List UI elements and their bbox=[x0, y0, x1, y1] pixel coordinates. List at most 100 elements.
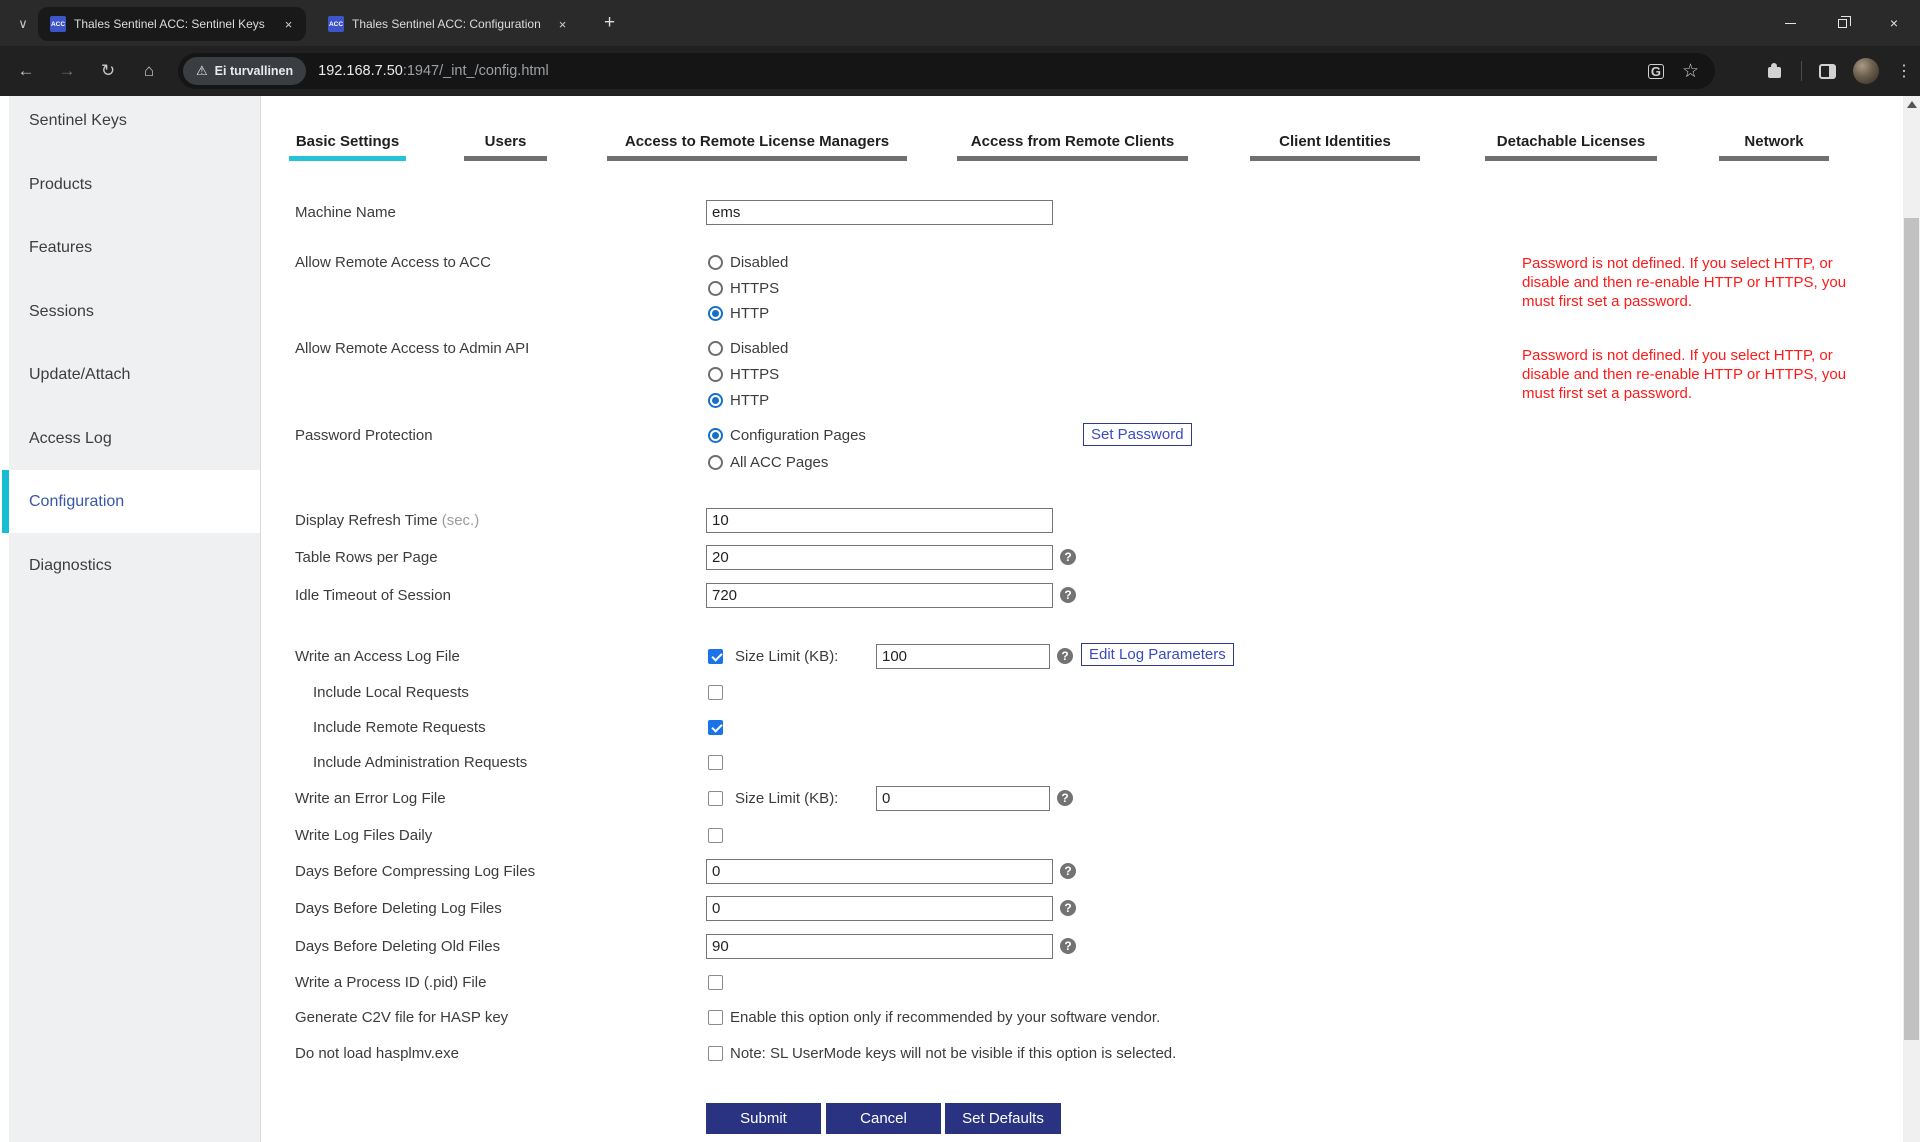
admin-https-radio[interactable] bbox=[708, 367, 723, 382]
table-rows-input[interactable] bbox=[706, 545, 1053, 570]
hasplmv-note: Note: SL UserMode keys will not be visib… bbox=[730, 1045, 1176, 1062]
days-compress-input[interactable] bbox=[706, 859, 1053, 884]
help-icon[interactable]: ? bbox=[1060, 900, 1076, 916]
display-refresh-row: Display Refresh Time (sec.) bbox=[295, 505, 1893, 535]
scrollbar-thumb[interactable] bbox=[1904, 218, 1919, 1040]
days-compress-label: Days Before Compressing Log Files bbox=[295, 863, 706, 880]
edit-log-parameters-button[interactable]: Edit Log Parameters bbox=[1081, 643, 1234, 666]
sidebar-item-label: Products bbox=[29, 176, 92, 194]
error-log-size-input[interactable] bbox=[876, 786, 1050, 811]
days-delete-old-label: Days Before Deleting Old Files bbox=[295, 938, 706, 955]
tab-search-chevron-icon[interactable]: ∨ bbox=[12, 13, 34, 35]
help-icon[interactable]: ? bbox=[1060, 938, 1076, 954]
new-tab-button[interactable]: + bbox=[598, 12, 621, 35]
password-warning-admin: Password is not defined. If you select H… bbox=[1522, 346, 1862, 403]
tab-network[interactable]: Network bbox=[1719, 126, 1829, 161]
hasplmv-checkbox[interactable] bbox=[708, 1046, 723, 1061]
security-badge[interactable]: ⚠ Ei turvallinen bbox=[183, 57, 306, 85]
reload-icon[interactable]: ↻ bbox=[96, 59, 120, 83]
machine-name-input[interactable] bbox=[706, 200, 1053, 225]
error-log-checkbox[interactable] bbox=[708, 791, 723, 806]
side-panel-icon[interactable] bbox=[1819, 64, 1836, 79]
profile-avatar[interactable] bbox=[1853, 58, 1879, 84]
browser-tab-2[interactable]: ACC Thales Sentinel ACC: Configuration × bbox=[316, 7, 580, 41]
window-controls: × bbox=[1764, 0, 1920, 46]
forward-icon[interactable]: → bbox=[55, 59, 79, 83]
extensions-icon[interactable] bbox=[1766, 62, 1784, 80]
idle-timeout-input[interactable] bbox=[706, 583, 1053, 608]
include-admin-checkbox[interactable] bbox=[708, 755, 723, 770]
pid-file-checkbox[interactable] bbox=[708, 975, 723, 990]
c2v-row: Generate C2V file for HASP key Enable th… bbox=[295, 1002, 1893, 1032]
set-defaults-button[interactable]: Set Defaults bbox=[945, 1103, 1061, 1134]
page-scrollbar[interactable] bbox=[1903, 96, 1920, 1142]
help-icon[interactable]: ? bbox=[1060, 549, 1076, 565]
admin-access-label: Allow Remote Access to Admin API bbox=[295, 340, 706, 357]
cancel-button[interactable]: Cancel bbox=[826, 1103, 941, 1134]
browser-tab-1[interactable]: ACC Thales Sentinel ACC: Sentinel Keys × bbox=[38, 7, 306, 41]
include-local-checkbox[interactable] bbox=[708, 685, 723, 700]
access-log-checkbox[interactable] bbox=[708, 649, 723, 664]
acc-https-radio[interactable] bbox=[708, 281, 723, 296]
back-icon[interactable]: ← bbox=[14, 59, 38, 83]
admin-https-label: HTTPS bbox=[730, 366, 779, 383]
close-button[interactable]: × bbox=[1868, 0, 1920, 46]
sidebar-item-sessions[interactable]: Sessions bbox=[9, 280, 260, 343]
browser-menu-icon[interactable]: ⋮ bbox=[1896, 61, 1910, 81]
sidebar-item-access-log[interactable]: Access Log bbox=[9, 407, 260, 470]
admin-disabled-radio[interactable] bbox=[708, 341, 723, 356]
configuration-page: Basic Settings Users Access to Remote Li… bbox=[262, 96, 1903, 1142]
set-password-button[interactable]: Set Password bbox=[1083, 423, 1192, 446]
c2v-checkbox[interactable] bbox=[708, 1010, 723, 1025]
tab-access-from-remote-clients[interactable]: Access from Remote Clients bbox=[957, 126, 1188, 161]
minimize-button[interactable] bbox=[1764, 0, 1816, 46]
admin-http-radio[interactable] bbox=[708, 393, 723, 408]
security-badge-label: Ei turvallinen bbox=[215, 64, 294, 78]
tab-close-icon[interactable]: × bbox=[280, 16, 297, 33]
access-log-size-input[interactable] bbox=[876, 644, 1050, 669]
browser-tab-strip: ∨ ACC Thales Sentinel ACC: Sentinel Keys… bbox=[0, 0, 1920, 46]
sidebar-item-label: Access Log bbox=[29, 430, 112, 448]
admin-http-label: HTTP bbox=[730, 392, 769, 409]
days-delete-log-input[interactable] bbox=[706, 896, 1053, 921]
scrollbar-up-arrow-icon[interactable] bbox=[1907, 101, 1917, 108]
acc-http-radio[interactable] bbox=[708, 306, 723, 321]
acc-disabled-radio[interactable] bbox=[708, 255, 723, 270]
help-icon[interactable]: ? bbox=[1057, 790, 1073, 806]
bookmark-star-icon[interactable]: ☆ bbox=[1682, 60, 1699, 83]
access-log-label: Write an Access Log File bbox=[295, 648, 706, 665]
include-admin-label: Include Administration Requests bbox=[295, 754, 706, 771]
help-icon[interactable]: ? bbox=[1060, 863, 1076, 879]
sidebar-item-products[interactable]: Products bbox=[9, 153, 260, 216]
sidebar-item-diagnostics[interactable]: Diagnostics bbox=[9, 534, 260, 597]
sidebar-item-sentinel-keys[interactable]: Sentinel Keys bbox=[9, 96, 260, 152]
tab-client-identities[interactable]: Client Identities bbox=[1250, 126, 1420, 161]
tab-close-icon[interactable]: × bbox=[554, 16, 571, 33]
restore-button[interactable] bbox=[1816, 0, 1868, 46]
address-bar[interactable]: ⚠ Ei turvallinen 192.168.7.50:1947/_int_… bbox=[178, 53, 1715, 89]
log-daily-checkbox[interactable] bbox=[708, 828, 723, 843]
include-remote-checkbox[interactable] bbox=[708, 720, 723, 735]
config-pages-radio[interactable] bbox=[708, 428, 723, 443]
include-admin-row: Include Administration Requests bbox=[295, 747, 1893, 777]
sidebar-item-update-attach[interactable]: Update/Attach bbox=[9, 343, 260, 406]
submit-button[interactable]: Submit bbox=[706, 1103, 821, 1134]
tab-basic-settings[interactable]: Basic Settings bbox=[289, 126, 406, 161]
minimize-icon bbox=[1785, 23, 1796, 24]
home-icon[interactable]: ⌂ bbox=[137, 59, 161, 83]
pid-file-label: Write a Process ID (.pid) File bbox=[295, 974, 706, 991]
days-delete-old-input[interactable] bbox=[706, 934, 1053, 959]
sidebar-item-configuration[interactable]: Configuration bbox=[9, 470, 260, 533]
tab-detachable-licenses[interactable]: Detachable Licenses bbox=[1485, 126, 1657, 161]
help-icon[interactable]: ? bbox=[1060, 587, 1076, 603]
help-icon[interactable]: ? bbox=[1057, 648, 1073, 664]
translate-icon[interactable]: G bbox=[1648, 64, 1664, 79]
display-refresh-input[interactable] bbox=[706, 508, 1053, 533]
tab-users[interactable]: Users bbox=[464, 126, 547, 161]
all-acc-pages-radio[interactable] bbox=[708, 455, 723, 470]
acc-favicon: ACC bbox=[50, 16, 66, 32]
tab-access-to-remote-license-managers[interactable]: Access to Remote License Managers bbox=[607, 126, 907, 161]
url-path: :1947/_int_/config.html bbox=[403, 63, 549, 79]
sidebar-item-features[interactable]: Features bbox=[9, 216, 260, 279]
error-log-label: Write an Error Log File bbox=[295, 790, 706, 807]
